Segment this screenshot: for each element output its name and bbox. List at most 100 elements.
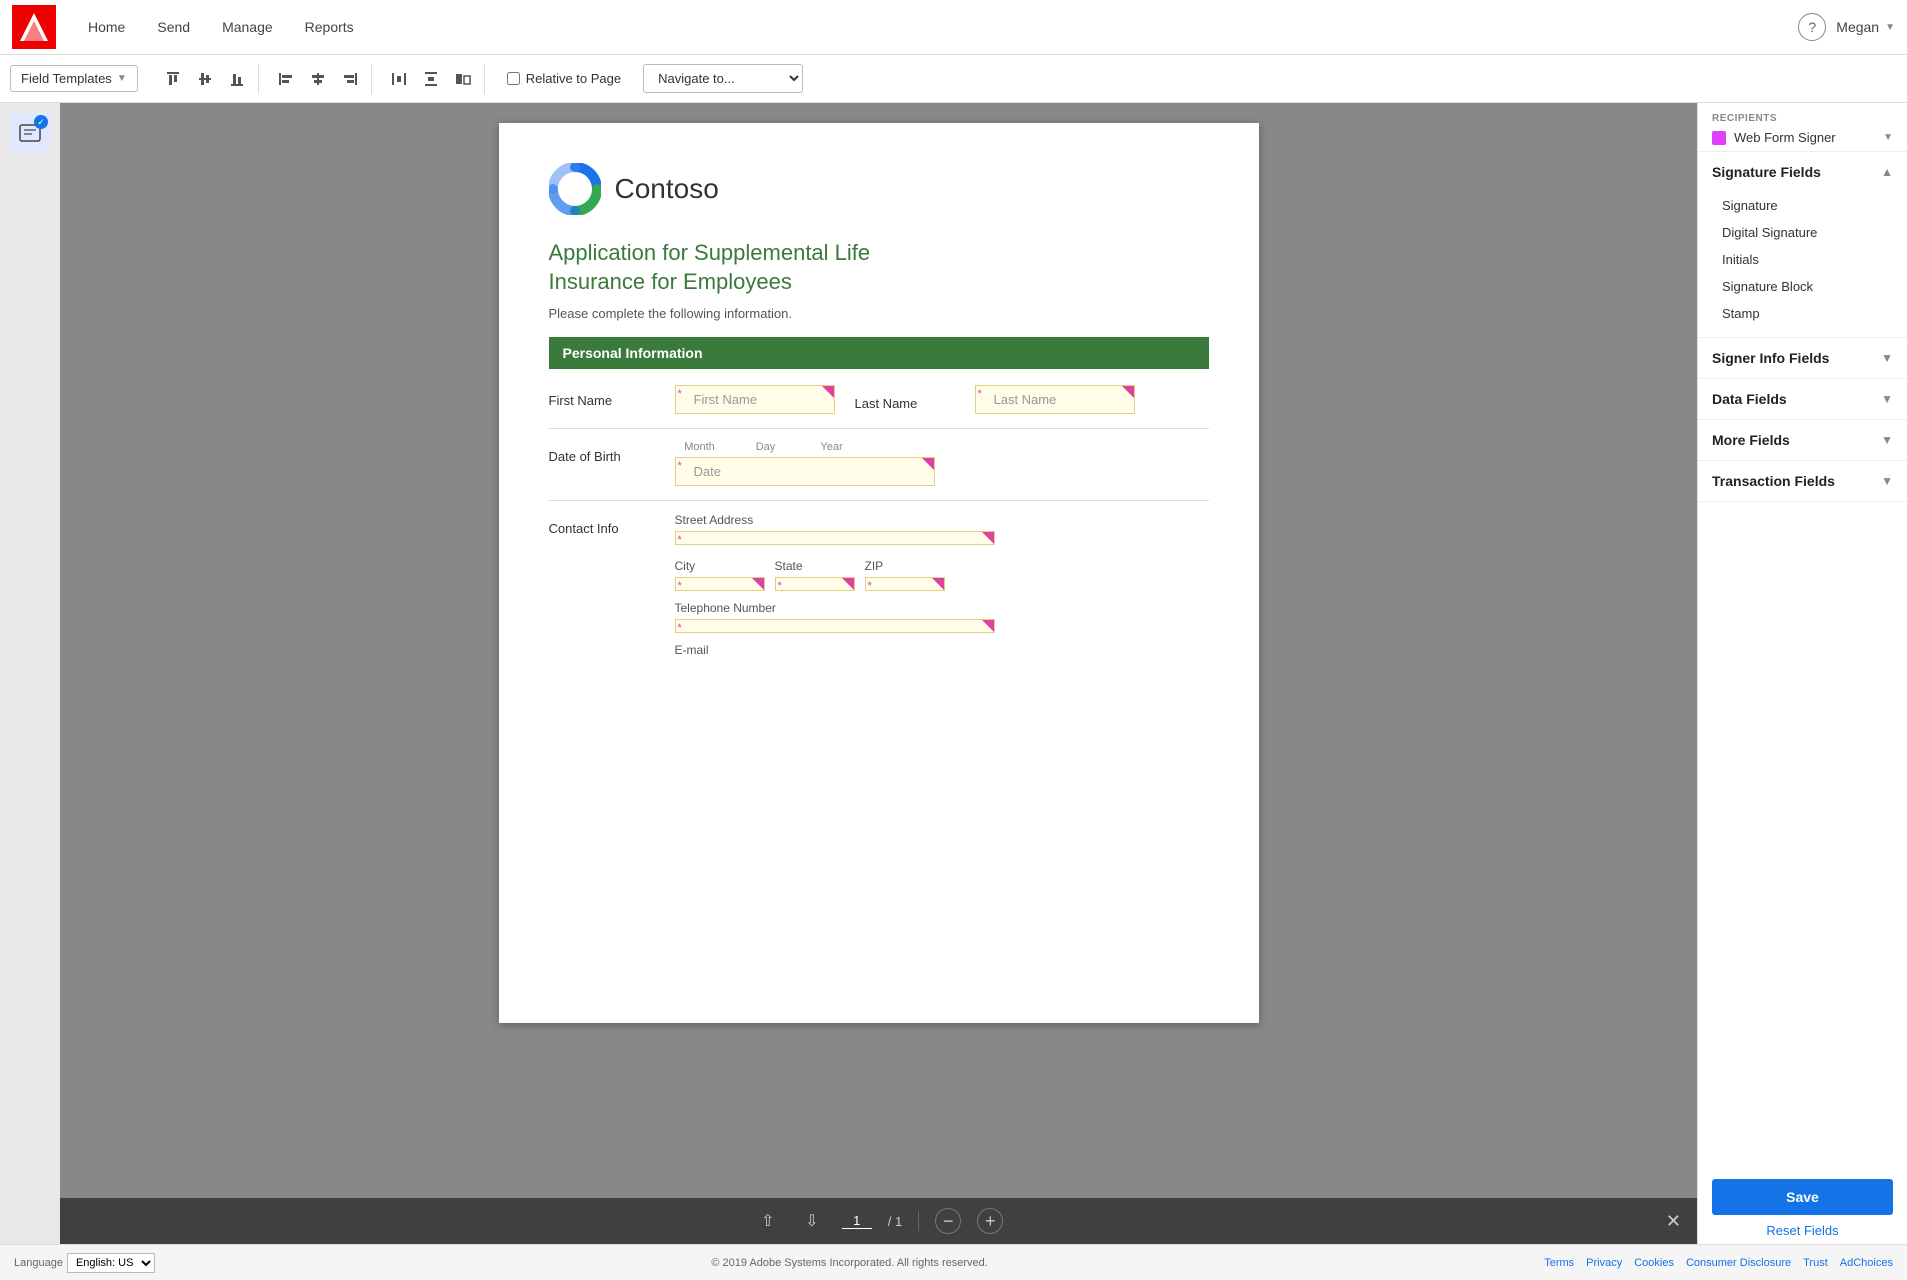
main-layout: ✓ Contoso Application for Supplemental L…	[0, 103, 1907, 1244]
transaction-fields-header[interactable]: Transaction Fields ▼	[1698, 461, 1907, 501]
zip-required-icon: *	[868, 580, 872, 592]
last-name-field[interactable]: * Last Name	[975, 385, 1135, 414]
digital-signature-label: Digital Signature	[1722, 225, 1817, 240]
align-top-btn[interactable]	[158, 64, 188, 94]
last-name-required-icon: *	[978, 388, 982, 400]
field-templates-button[interactable]: Field Templates ▼	[10, 65, 138, 92]
navigate-dropdown[interactable]: Navigate to... Page 1	[643, 64, 803, 93]
city-label: City	[675, 559, 765, 573]
dob-day-header: Day	[741, 441, 791, 453]
recipient-name: Web Form Signer	[1734, 130, 1883, 145]
contact-row: Contact Info Street Address * City	[549, 513, 1209, 661]
save-button[interactable]: Save	[1712, 1179, 1893, 1215]
footer-trust-link[interactable]: Trust	[1803, 1257, 1828, 1269]
phone-corner-mark	[982, 620, 994, 632]
help-button[interactable]: ?	[1798, 13, 1826, 41]
footer-copyright: © 2019 Adobe Systems Incorporated. All r…	[711, 1257, 988, 1269]
page-up-btn[interactable]: ⇧	[754, 1207, 782, 1235]
tool-form-field[interactable]: ✓	[10, 113, 50, 153]
initials-item[interactable]: Initials	[1722, 246, 1893, 273]
align-center-btn[interactable]	[303, 64, 333, 94]
digital-signature-item[interactable]: Digital Signature	[1722, 219, 1893, 246]
section-personal-header: Personal Information	[549, 337, 1209, 369]
distribute-h-btn[interactable]	[384, 64, 414, 94]
language-selector[interactable]: Language English: US	[14, 1253, 155, 1273]
nav-manage[interactable]: Manage	[208, 11, 287, 43]
page-current-input[interactable]: 1	[842, 1213, 872, 1229]
reset-fields-link[interactable]: Reset Fields	[1712, 1223, 1893, 1238]
signature-fields-chevron-icon: ▲	[1881, 165, 1893, 179]
dob-required-icon: *	[678, 460, 682, 472]
close-doc-btn[interactable]: ✕	[1666, 1211, 1681, 1232]
email-label: E-mail	[675, 643, 995, 657]
distribute-group	[378, 64, 485, 94]
signature-fields-header[interactable]: Signature Fields ▲	[1698, 152, 1907, 192]
state-corner-mark	[842, 578, 854, 590]
signer-info-label: Signer Info Fields	[1712, 350, 1829, 366]
page-down-btn[interactable]: ⇩	[798, 1207, 826, 1235]
nav-home[interactable]: Home	[74, 11, 139, 43]
align-right-btn[interactable]	[335, 64, 365, 94]
document-page: Contoso Application for Supplemental Lif…	[499, 123, 1259, 1023]
doc-subtitle: Please complete the following informatio…	[549, 306, 1209, 321]
company-name: Contoso	[615, 173, 719, 205]
signature-block-item[interactable]: Signature Block	[1722, 273, 1893, 300]
signer-info-header[interactable]: Signer Info Fields ▼	[1698, 338, 1907, 378]
footer-cookies-link[interactable]: Cookies	[1634, 1257, 1674, 1269]
street-field[interactable]: *	[675, 531, 995, 545]
language-select-input[interactable]: English: US	[67, 1253, 155, 1273]
zoom-out-btn[interactable]: −	[935, 1208, 961, 1234]
recipients-section: RECIPIENTS Web Form Signer ▼	[1698, 103, 1907, 152]
footer-adchoices-link[interactable]: AdChoices	[1840, 1257, 1893, 1269]
footer-links: Terms Privacy Cookies Consumer Disclosur…	[1544, 1257, 1893, 1269]
recipient-chevron-icon[interactable]: ▼	[1883, 132, 1893, 143]
relative-to-page-checkbox-label[interactable]: Relative to Page	[499, 67, 629, 90]
last-name-value: Last Name	[984, 392, 1057, 407]
street-corner-mark	[982, 532, 994, 544]
transaction-fields-chevron-icon: ▼	[1881, 474, 1893, 488]
divider-2	[549, 500, 1209, 501]
footer-terms-link[interactable]: Terms	[1544, 1257, 1574, 1269]
document-area: Contoso Application for Supplemental Lif…	[60, 103, 1697, 1244]
transaction-fields-section: Transaction Fields ▼	[1698, 461, 1907, 502]
align-middle-btn[interactable]	[190, 64, 220, 94]
city-required-icon: *	[678, 580, 682, 592]
signature-fields-section: Signature Fields ▲ Signature Digital Sig…	[1698, 152, 1907, 338]
zip-field[interactable]: *	[865, 577, 945, 591]
doc-title: Application for Supplemental Life Insura…	[549, 239, 1209, 296]
distribute-v-btn[interactable]	[416, 64, 446, 94]
initials-label: Initials	[1722, 252, 1759, 267]
nav-links: Home Send Manage Reports	[74, 11, 1798, 43]
phone-label: Telephone Number	[675, 601, 995, 615]
footer-consumer-disclosure-link[interactable]: Consumer Disclosure	[1686, 1257, 1791, 1269]
relative-to-page-checkbox[interactable]	[507, 72, 520, 85]
align-group-1	[152, 64, 259, 94]
user-area[interactable]: Megan ▼	[1836, 19, 1895, 35]
signature-item[interactable]: Signature	[1722, 192, 1893, 219]
top-bar: Home Send Manage Reports ? Megan ▼	[0, 0, 1907, 55]
nav-reports[interactable]: Reports	[291, 11, 368, 43]
stamp-item[interactable]: Stamp	[1722, 300, 1893, 327]
city-field[interactable]: *	[675, 577, 765, 591]
data-fields-header[interactable]: Data Fields ▼	[1698, 379, 1907, 419]
state-field[interactable]: *	[775, 577, 855, 591]
first-name-label: First Name	[549, 385, 659, 408]
bottom-toolbar: ⇧ ⇩ 1 / 1 − + ✕	[60, 1198, 1697, 1244]
footer-privacy-link[interactable]: Privacy	[1586, 1257, 1622, 1269]
first-name-field[interactable]: * First Name	[675, 385, 835, 414]
match-size-btn[interactable]	[448, 64, 478, 94]
footer: Language English: US © 2019 Adobe System…	[0, 1244, 1907, 1280]
data-fields-section: Data Fields ▼	[1698, 379, 1907, 420]
adobe-logo	[12, 5, 56, 49]
language-label: Language	[14, 1257, 63, 1269]
align-left-btn[interactable]	[271, 64, 301, 94]
dob-field[interactable]: * Date	[675, 457, 935, 486]
more-fields-header[interactable]: More Fields ▼	[1698, 420, 1907, 460]
signature-label: Signature	[1722, 198, 1778, 213]
nav-send[interactable]: Send	[143, 11, 204, 43]
state-required-icon: *	[778, 580, 782, 592]
signer-info-chevron-icon: ▼	[1881, 351, 1893, 365]
zoom-in-btn[interactable]: +	[977, 1208, 1003, 1234]
phone-field[interactable]: *	[675, 619, 995, 633]
align-bottom-btn[interactable]	[222, 64, 252, 94]
